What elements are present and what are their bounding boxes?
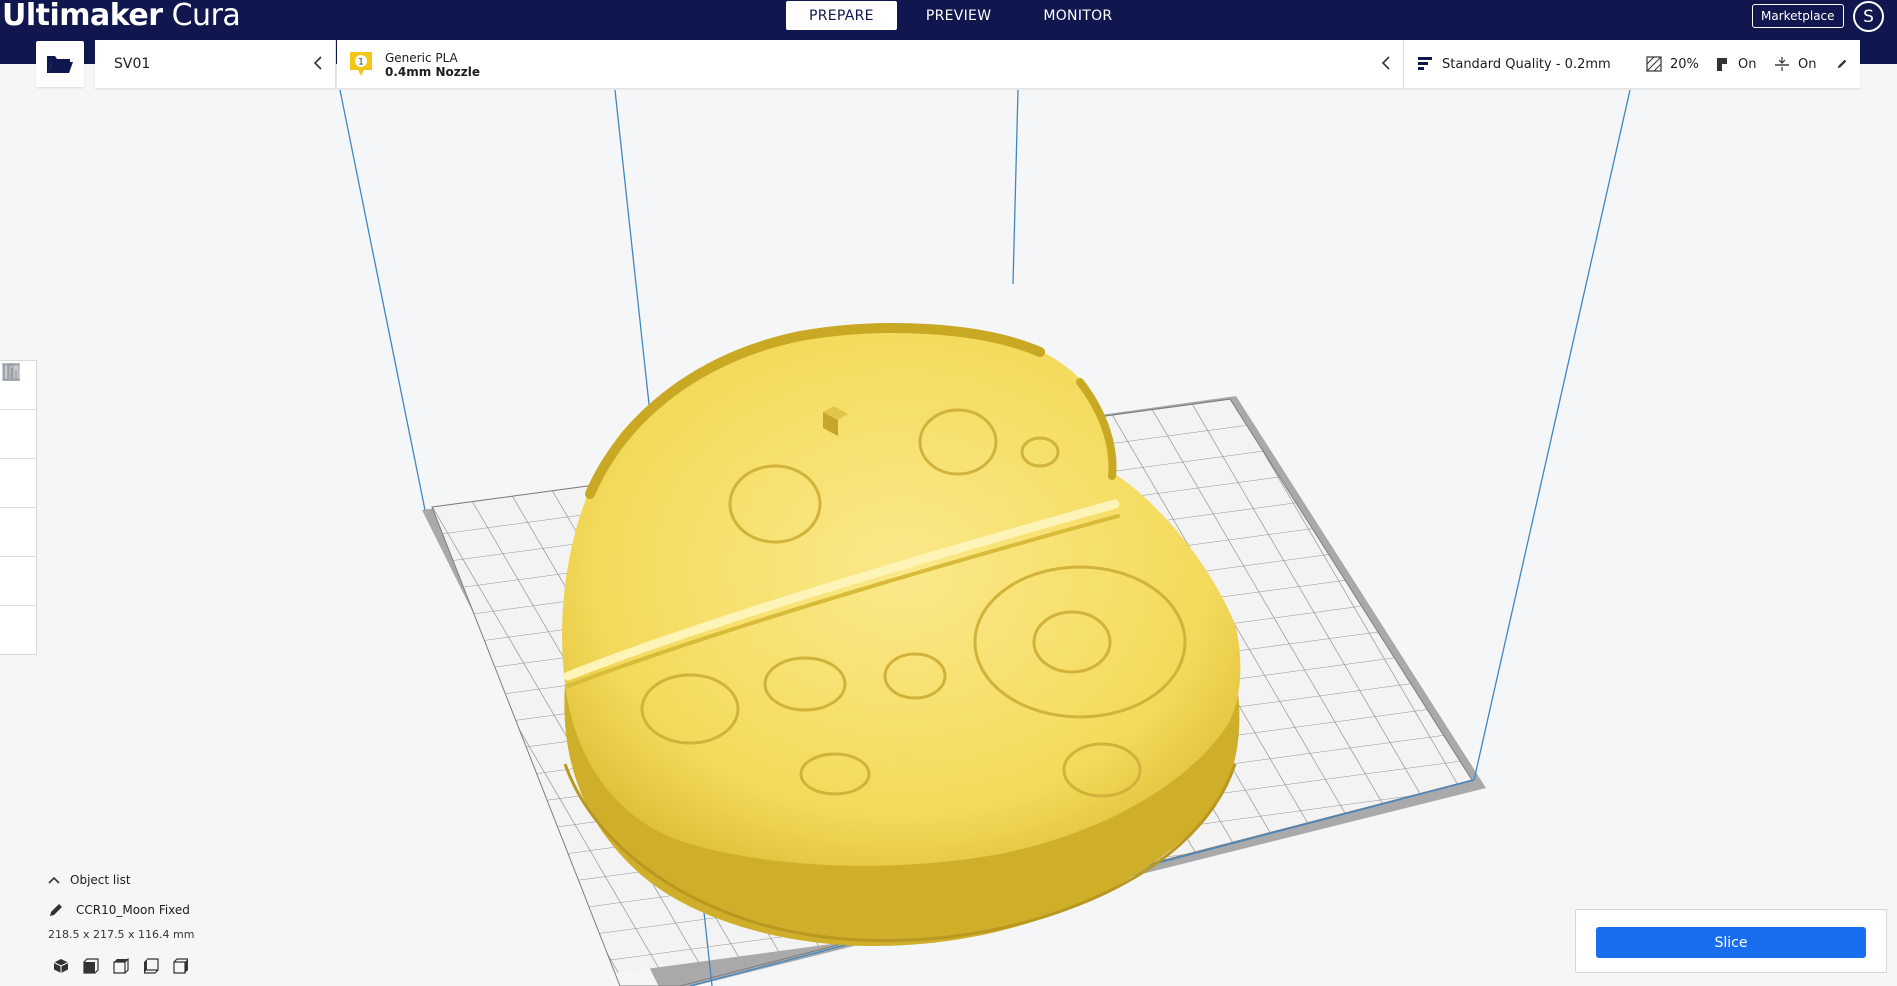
app-product: Cura (171, 0, 241, 33)
folder-open-icon (47, 56, 73, 73)
pencil-icon (50, 904, 62, 916)
app-brand: Ultimaker (2, 0, 163, 33)
support-setting: On (1714, 56, 1774, 72)
print-setup-bar: 1 Generic PLA 0.4mm Nozzle Standard Qual… (337, 40, 1860, 88)
slice-button[interactable]: Slice (1596, 927, 1866, 958)
slice-panel: Slice (1575, 909, 1887, 973)
tab-prepare[interactable]: PREPARE (786, 1, 897, 30)
extruder-badge-icon: 1 (350, 52, 372, 76)
left-view-icon (144, 958, 159, 974)
object-list-panel: Object list CCR10_Moon Fixed 218.5 x 217… (48, 870, 268, 941)
3d-view-icon (53, 959, 69, 973)
left-view-button[interactable] (140, 955, 162, 977)
object-dimensions: 218.5 x 217.5 x 116.4 mm (48, 928, 195, 941)
printer-name: SV01 (114, 56, 151, 72)
support-blocker-icon (3, 365, 17, 380)
account-avatar[interactable]: S (1853, 1, 1884, 32)
quality-setting: Standard Quality - 0.2mm (1418, 57, 1646, 72)
object-list-toggle[interactable]: Object list (48, 870, 268, 890)
adhesion-icon (1775, 57, 1789, 71)
quality-icon (1418, 57, 1432, 70)
scale-tool-button[interactable] (0, 366, 36, 459)
adhesion-value: On (1798, 56, 1817, 72)
front-view-icon (83, 958, 99, 974)
object-list-label: Object list (70, 873, 131, 887)
chevron-left-icon (313, 56, 322, 70)
camera-view-buttons (50, 955, 200, 977)
marketplace-button[interactable]: Marketplace (1752, 4, 1844, 28)
extruder-number: 1 (358, 58, 364, 68)
support-icon (1717, 58, 1727, 71)
quality-profile: Standard Quality - 0.2mm (1442, 56, 1611, 72)
top-view-icon (113, 958, 129, 974)
top-view-button[interactable] (110, 955, 132, 977)
main-tabs: PREPARE PREVIEW MONITOR (786, 1, 1141, 31)
build-volume-scene (339, 89, 1631, 986)
tab-preview[interactable]: PREVIEW (903, 1, 1015, 30)
edit-settings-button[interactable] (1836, 57, 1856, 71)
pencil-icon (1837, 59, 1847, 69)
object-name: CCR10_Moon Fixed (76, 903, 190, 917)
nozzle-size: 0.4mm Nozzle (385, 65, 480, 79)
chevron-up-icon (48, 876, 60, 884)
infill-icon (1646, 56, 1662, 72)
open-file-button[interactable] (36, 41, 84, 87)
tool-panel (0, 360, 37, 655)
3d-viewport[interactable] (0, 64, 1897, 986)
3d-view-button[interactable] (50, 955, 72, 977)
support-blocker-tool-button[interactable] (0, 365, 36, 655)
infill-setting: 20% (1646, 56, 1714, 72)
printer-selector[interactable]: SV01 (95, 40, 336, 88)
mirror-tool-button[interactable] (0, 363, 36, 557)
tab-monitor[interactable]: MONITOR (1020, 1, 1135, 30)
right-view-icon (173, 958, 188, 974)
infill-value: 20% (1670, 56, 1699, 72)
adhesion-setting: On (1774, 56, 1836, 72)
app-logo: Ultimaker Cura (2, 0, 241, 34)
object-list-item[interactable]: CCR10_Moon Fixed (48, 900, 268, 920)
print-settings-selector[interactable]: Standard Quality - 0.2mm 20% On On (1404, 40, 1860, 88)
chevron-left-icon (1381, 56, 1390, 70)
material-name: Generic PLA (385, 51, 458, 65)
support-value: On (1738, 56, 1757, 72)
right-view-button[interactable] (170, 955, 192, 977)
front-view-button[interactable] (80, 955, 102, 977)
material-selector[interactable]: 1 Generic PLA 0.4mm Nozzle (337, 40, 1404, 88)
per-model-settings-tool-button[interactable] (0, 364, 36, 606)
rotate-tool-button[interactable] (0, 365, 36, 508)
